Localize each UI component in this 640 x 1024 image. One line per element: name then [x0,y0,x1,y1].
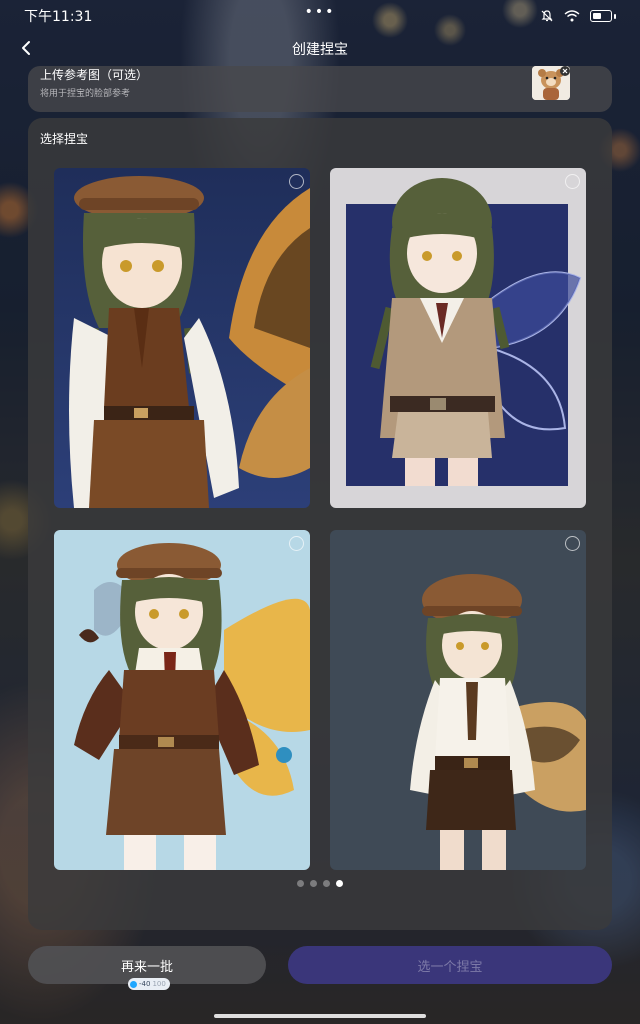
page-title: 创建捏宝 [292,42,348,58]
regenerate-label: 再来一批 [120,959,173,975]
mute-bell-icon [541,10,553,22]
chevron-left-icon [22,41,30,55]
battery-icon [590,10,612,22]
wifi-icon [564,10,580,22]
gem-icon [130,980,137,988]
character-image-3 [54,530,310,870]
cost-value: -40 [139,980,151,988]
cost-badge: -40 100 [128,978,170,990]
choose-character-label: 选一个捏宝 [417,959,483,975]
cost-total: 100 [152,980,166,988]
status-time: 下午11:31 [24,9,93,25]
page-dot-2[interactable] [310,880,317,887]
navigation-bar: 创建捏宝 [0,32,640,66]
close-icon [562,68,568,74]
select-character-panel: 选择捏宝 [28,118,612,930]
option-1-radio[interactable] [289,174,304,189]
battery-cap [614,13,616,19]
status-bar: 下午11:31 ••• [0,0,640,32]
page-dot-1[interactable] [297,880,304,887]
multitask-dots[interactable]: ••• [305,4,336,20]
select-title: 选择捏宝 [40,132,89,146]
character-option-2[interactable] [330,168,586,508]
back-button[interactable] [14,36,38,60]
page-dot-4[interactable] [336,880,343,887]
upload-subtitle: 将用于捏宝的脸部参考 [40,89,131,99]
remove-reference-button[interactable] [560,66,570,76]
character-option-4[interactable] [330,530,586,870]
character-option-3[interactable] [54,530,310,870]
option-4-radio[interactable] [565,536,580,551]
character-option-1[interactable] [54,168,310,508]
choose-character-button[interactable]: 选一个捏宝 [288,946,612,984]
pagination-dots [28,880,612,887]
character-image-1 [54,168,310,508]
page-dot-3[interactable] [323,880,330,887]
reference-image-thumbnail[interactable] [532,66,570,100]
option-2-radio[interactable] [565,174,580,189]
upload-reference-card[interactable]: 上传参考图（可选） 将用于捏宝的脸部参考 [28,66,612,112]
upload-title: 上传参考图（可选） [40,68,149,82]
character-image-4 [330,530,586,870]
option-3-radio[interactable] [289,536,304,551]
character-image-2 [330,168,586,508]
status-icons [540,9,616,23]
home-indicator[interactable] [214,1014,426,1018]
